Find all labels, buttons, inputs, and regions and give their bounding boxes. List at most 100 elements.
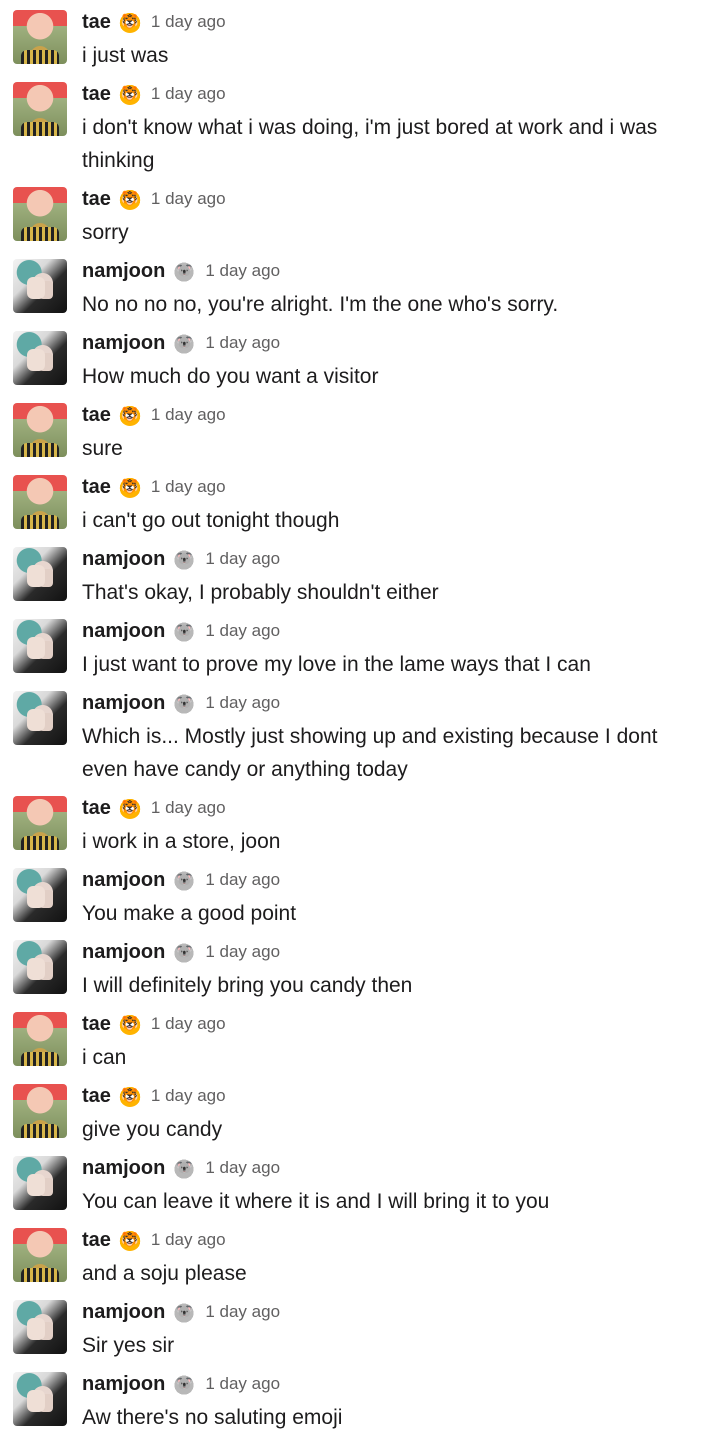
avatar[interactable]	[13, 1372, 67, 1426]
message-text: You make a good point	[82, 902, 297, 925]
sender-name[interactable]: namjoon	[82, 1301, 165, 1324]
avatar[interactable]	[13, 1012, 67, 1066]
sender-name[interactable]: namjoon	[82, 1157, 165, 1180]
tiger-face-icon: 🐯	[118, 11, 141, 33]
sender-name[interactable]: tae	[82, 188, 111, 211]
message-header: namjoon 🐨 1 day ago	[82, 868, 280, 892]
message-timestamp[interactable]: 1 day ago	[151, 84, 226, 104]
sender-name[interactable]: tae	[82, 476, 111, 499]
koala-face-icon: 🐨	[173, 692, 196, 714]
message-timestamp[interactable]: 1 day ago	[205, 1374, 280, 1394]
message-text: i don't know what i was doing, i'm just …	[82, 116, 658, 172]
message-timestamp[interactable]: 1 day ago	[205, 621, 280, 641]
message-header: namjoon 🐨 1 day ago	[82, 691, 280, 715]
avatar[interactable]	[13, 1228, 67, 1282]
avatar[interactable]	[13, 1156, 67, 1210]
message-timestamp[interactable]: 1 day ago	[151, 405, 226, 425]
message-header: namjoon 🐨 1 day ago	[82, 940, 280, 964]
message-timestamp[interactable]: 1 day ago	[205, 1302, 280, 1322]
avatar[interactable]	[13, 796, 67, 850]
message-text: How much do you want a visitor	[82, 365, 379, 388]
message-timestamp[interactable]: 1 day ago	[151, 12, 226, 32]
message-timestamp[interactable]: 1 day ago	[151, 798, 226, 818]
sender-name[interactable]: namjoon	[82, 941, 165, 964]
sender-name[interactable]: namjoon	[82, 620, 165, 643]
avatar[interactable]	[13, 10, 67, 64]
sender-name[interactable]: namjoon	[82, 548, 165, 571]
tiger-face-icon: 🐯	[118, 476, 141, 498]
message-timestamp[interactable]: 1 day ago	[205, 333, 280, 353]
message-header: tae 🐯 1 day ago	[82, 82, 226, 106]
message-header: tae 🐯 1 day ago	[82, 403, 226, 427]
message-text: and a soju please	[82, 1262, 247, 1285]
tiger-face-icon: 🐯	[118, 1229, 141, 1251]
koala-face-icon: 🐨	[173, 869, 196, 891]
message-feed: tae 🐯 1 day ago i just was tae 🐯 1 day a…	[0, 0, 712, 1440]
message-text: sorry	[82, 221, 129, 244]
avatar[interactable]	[13, 187, 67, 241]
avatar[interactable]	[13, 1084, 67, 1138]
koala-face-icon: 🐨	[173, 620, 196, 642]
koala-face-icon: 🐨	[173, 332, 196, 354]
avatar[interactable]	[13, 82, 67, 136]
message-text: That's okay, I probably shouldn't either	[82, 581, 439, 604]
avatar[interactable]	[13, 691, 67, 745]
message-header: namjoon 🐨 1 day ago	[82, 331, 280, 355]
avatar[interactable]	[13, 547, 67, 601]
sender-name[interactable]: namjoon	[82, 260, 165, 283]
message-timestamp[interactable]: 1 day ago	[205, 261, 280, 281]
message-timestamp[interactable]: 1 day ago	[151, 189, 226, 209]
avatar[interactable]	[13, 331, 67, 385]
message-text: Sir yes sir	[82, 1334, 175, 1357]
message-timestamp[interactable]: 1 day ago	[151, 477, 226, 497]
message-header: namjoon 🐨 1 day ago	[82, 1156, 280, 1180]
tiger-face-icon: 🐯	[118, 83, 141, 105]
sender-name[interactable]: tae	[82, 1085, 111, 1108]
koala-face-icon: 🐨	[173, 941, 196, 963]
koala-face-icon: 🐨	[173, 548, 196, 570]
message-header: tae 🐯 1 day ago	[82, 10, 226, 34]
sender-name[interactable]: tae	[82, 1013, 111, 1036]
message-timestamp[interactable]: 1 day ago	[151, 1086, 226, 1106]
message-text: give you candy	[82, 1118, 223, 1141]
message-timestamp[interactable]: 1 day ago	[205, 549, 280, 569]
message-header: tae 🐯 1 day ago	[82, 1084, 226, 1108]
sender-name[interactable]: namjoon	[82, 332, 165, 355]
sender-name[interactable]: namjoon	[82, 869, 165, 892]
message-timestamp[interactable]: 1 day ago	[205, 693, 280, 713]
avatar[interactable]	[13, 868, 67, 922]
tiger-face-icon: 🐯	[118, 1013, 141, 1035]
message-timestamp[interactable]: 1 day ago	[151, 1230, 226, 1250]
message-text: i can't go out tonight though	[82, 509, 340, 532]
avatar[interactable]	[13, 403, 67, 457]
message-header: tae 🐯 1 day ago	[82, 796, 226, 820]
message-text: i just was	[82, 44, 169, 67]
message-text: Aw there's no saluting emoji	[82, 1406, 343, 1429]
tiger-face-icon: 🐯	[118, 797, 141, 819]
tiger-face-icon: 🐯	[118, 1085, 141, 1107]
message-timestamp[interactable]: 1 day ago	[151, 1014, 226, 1034]
message-header: tae 🐯 1 day ago	[82, 1228, 226, 1252]
message-text: You can leave it where it is and I will …	[82, 1190, 550, 1213]
message-timestamp[interactable]: 1 day ago	[205, 1158, 280, 1178]
sender-name[interactable]: tae	[82, 404, 111, 427]
avatar[interactable]	[13, 1300, 67, 1354]
message-timestamp[interactable]: 1 day ago	[205, 942, 280, 962]
avatar[interactable]	[13, 619, 67, 673]
sender-name[interactable]: tae	[82, 11, 111, 34]
avatar[interactable]	[13, 475, 67, 529]
sender-name[interactable]: tae	[82, 83, 111, 106]
avatar[interactable]	[13, 259, 67, 313]
sender-name[interactable]: namjoon	[82, 692, 165, 715]
message-text: No no no no, you're alright. I'm the one…	[82, 293, 559, 316]
sender-name[interactable]: tae	[82, 797, 111, 820]
message-header: namjoon 🐨 1 day ago	[82, 259, 280, 283]
sender-name[interactable]: tae	[82, 1229, 111, 1252]
message-timestamp[interactable]: 1 day ago	[205, 870, 280, 890]
message-header: namjoon 🐨 1 day ago	[82, 619, 280, 643]
koala-face-icon: 🐨	[173, 1301, 196, 1323]
message-text: I will definitely bring you candy then	[82, 974, 413, 997]
sender-name[interactable]: namjoon	[82, 1373, 165, 1396]
avatar[interactable]	[13, 940, 67, 994]
message-text: Which is... Mostly just showing up and e…	[82, 725, 658, 781]
